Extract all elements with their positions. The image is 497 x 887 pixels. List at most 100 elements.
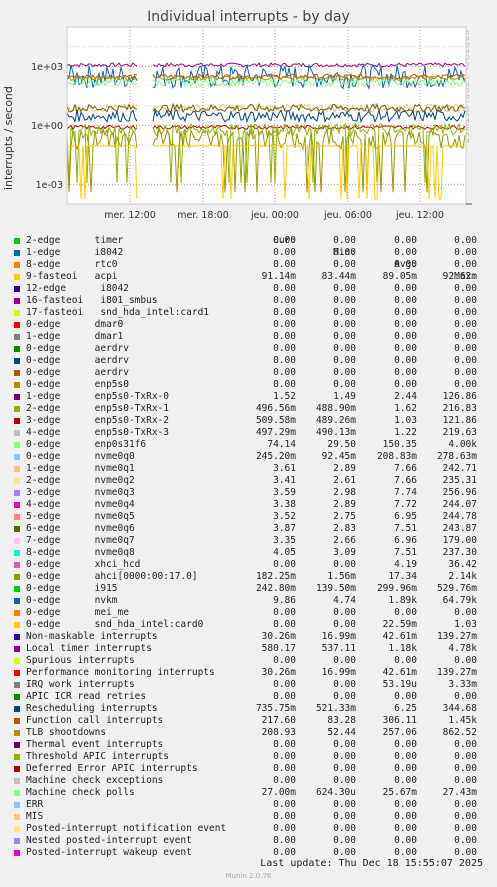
x-tick-label: jeu. 00:00 bbox=[250, 210, 299, 221]
value-max: 64.79k bbox=[442, 595, 477, 606]
series-name: 0-edge aerdrv bbox=[26, 343, 129, 354]
value-min: 0.00 bbox=[333, 259, 356, 270]
value-min: 2.83 bbox=[333, 523, 356, 534]
series-name: 1-edge dmar1 bbox=[26, 331, 124, 342]
legend-row: Function call interrupts 217.60 83.28 306.1… bbox=[14, 715, 484, 727]
legend-row: 1-edge i8042 0.00 0.00 0.00 0.00 bbox=[14, 247, 484, 259]
legend-row: Local timer interrupts 580.17 537.11 1.18k 4… bbox=[14, 643, 484, 655]
series-name: Function call interrupts bbox=[26, 715, 164, 726]
series-name: 2-edge nvme0q2 bbox=[26, 475, 135, 486]
legend-row: 0-edge nvme0q0 245.20m 92.45m 208.83m 278.63… bbox=[14, 451, 484, 463]
series-name: 0-edge aerdrv bbox=[26, 355, 129, 366]
legend-row: 0-edge aerdrv 0.00 0.00 0.00 0.00 bbox=[14, 367, 484, 379]
value-min: 0.00 bbox=[333, 247, 356, 258]
legend-swatch bbox=[14, 574, 20, 580]
legend-swatch bbox=[14, 610, 20, 616]
value-max: 219.63 bbox=[442, 427, 477, 438]
value-min: 0.00 bbox=[333, 295, 356, 306]
legend-row: 3-edge enp5s0-TxRx-2 509.58m 489.26m 1.03 12… bbox=[14, 415, 484, 427]
series-name: Rescheduling interrupts bbox=[26, 703, 158, 714]
series-name: 0-edge ahci[0000:00:17.0] bbox=[26, 571, 198, 582]
series-name: Non-maskable interrupts bbox=[26, 631, 158, 642]
value-max: 0.00 bbox=[454, 739, 477, 750]
series-name: 6-edge nvme0q6 bbox=[26, 523, 135, 534]
legend-swatch bbox=[14, 790, 20, 796]
value-min: 0.00 bbox=[333, 835, 356, 846]
value-min: 0.00 bbox=[333, 319, 356, 330]
legend-row: Machine check polls 27.00m 624.30u 25.67m 27… bbox=[14, 787, 484, 799]
legend-row: Performance monitoring interrupts 30.26m 1… bbox=[14, 667, 484, 679]
legend-row: 17-fasteoi snd_hda_intel:card1 0.00 0.00 0.… bbox=[14, 307, 484, 319]
series-name: 8-edge nvme0q8 bbox=[26, 547, 135, 558]
value-max: 4.00k bbox=[448, 439, 477, 450]
legend-row: 9-fasteoi acpi 91.14m 83.44m 89.05m 92.62m bbox=[14, 271, 484, 283]
value-max: 4.78k bbox=[448, 643, 477, 654]
value-min: 624.30u bbox=[315, 787, 356, 798]
series-name: 3-edge nvme0q3 bbox=[26, 487, 135, 498]
legend-swatch bbox=[14, 598, 20, 604]
value-max: 0.00 bbox=[454, 307, 477, 318]
legend-row: 1-edge dmar1 0.00 0.00 0.00 0.00 bbox=[14, 331, 484, 343]
value-max: 3.33m bbox=[448, 679, 477, 690]
series-name: 4-edge nvme0q4 bbox=[26, 499, 135, 510]
value-min: 537.11 bbox=[321, 643, 356, 654]
series-name: 3-edge enp5s0-TxRx-2 bbox=[26, 415, 169, 426]
series-name: Performance monitoring interrupts bbox=[26, 667, 215, 678]
legend-row: 2-edge enp5s0-TxRx-1 496.56m 488.90m 1.62 21… bbox=[14, 403, 484, 415]
value-min: 2.66 bbox=[333, 535, 356, 546]
value-max: 0.00 bbox=[454, 343, 477, 354]
series-name: 0-edge enp0s31f6 bbox=[26, 439, 147, 450]
legend-row: IRQ work interrupts 0.00 0.00 53.19u 3.33m bbox=[14, 679, 484, 691]
legend-row: 2-edge nvme0q2 3.41 2.61 7.66 235.31 bbox=[14, 475, 484, 487]
legend-row: 1-edge nvme0q1 3.61 2.89 7.66 242.71 bbox=[14, 463, 484, 475]
x-tick-label: mer. 18:00 bbox=[177, 210, 229, 221]
legend-row: 3-edge nvme0q3 3.59 2.98 7.74 256.96 bbox=[14, 487, 484, 499]
legend-swatch bbox=[14, 706, 20, 712]
series-name: 1-edge enp5s0-TxRx-0 bbox=[26, 391, 169, 402]
legend-row: 12-edge i8042 0.00 0.00 0.00 0.00 bbox=[14, 283, 484, 295]
value-min: 0.00 bbox=[333, 379, 356, 390]
series-name: APIC ICR read retries bbox=[26, 691, 147, 702]
value-min: 488.90m bbox=[315, 403, 356, 414]
legend-row: Thermal event interrupts 0.00 0.00 0.00 0.00 bbox=[14, 739, 484, 751]
value-min: 0.00 bbox=[333, 367, 356, 378]
legend-swatch bbox=[14, 454, 20, 460]
value-max: 244.07 bbox=[442, 499, 477, 510]
value-max: 0.00 bbox=[454, 235, 477, 246]
value-min: 0.00 bbox=[333, 607, 356, 618]
value-min: 0.00 bbox=[333, 307, 356, 318]
value-min: 0.00 bbox=[333, 331, 356, 342]
legend-swatch bbox=[14, 262, 20, 268]
series-name: Deferred Error APIC interrupts bbox=[26, 763, 198, 774]
value-max: 244.78 bbox=[442, 511, 477, 522]
value-max: 139.27m bbox=[436, 667, 477, 678]
series-name: 0-edge i915 bbox=[26, 583, 118, 594]
legend-swatch bbox=[14, 802, 20, 808]
legend-swatch bbox=[14, 418, 20, 424]
x-tick-label: jeu. 06:00 bbox=[323, 210, 372, 221]
series-name: 0-edge dmar0 bbox=[26, 319, 124, 330]
series-name: Machine check polls bbox=[26, 787, 135, 798]
value-max: 862.52 bbox=[442, 727, 477, 738]
value-min: 0.00 bbox=[333, 823, 356, 834]
value-max: 0.00 bbox=[454, 355, 477, 366]
legend-row: 0-edge mei_me 0.00 0.00 0.00 0.00 bbox=[14, 607, 484, 619]
legend-row: ERR 0.00 0.00 0.00 0.00 bbox=[14, 799, 484, 811]
legend-swatch bbox=[14, 742, 20, 748]
value-max: 0.00 bbox=[454, 655, 477, 666]
value-max: 0.00 bbox=[454, 835, 477, 846]
legend-swatch bbox=[14, 334, 20, 340]
value-min: 16.99m bbox=[321, 631, 356, 642]
value-min: 2.75 bbox=[333, 511, 356, 522]
legend-row: 0-edge aerdrv 0.00 0.00 0.00 0.00 bbox=[14, 355, 484, 367]
legend-swatch bbox=[14, 394, 20, 400]
legend-swatch bbox=[14, 850, 20, 856]
value-min: 0.00 bbox=[333, 739, 356, 750]
value-min: 0.00 bbox=[333, 811, 356, 822]
legend-swatch bbox=[14, 490, 20, 496]
value-min: 490.13m bbox=[315, 427, 356, 438]
series-name: 17-fasteoi snd_hda_intel:card1 bbox=[26, 307, 210, 318]
legend-row: 4-edge nvme0q4 3.38 2.89 7.72 244.07 bbox=[14, 499, 484, 511]
legend-swatch bbox=[14, 274, 20, 280]
legend-swatch bbox=[14, 670, 20, 676]
